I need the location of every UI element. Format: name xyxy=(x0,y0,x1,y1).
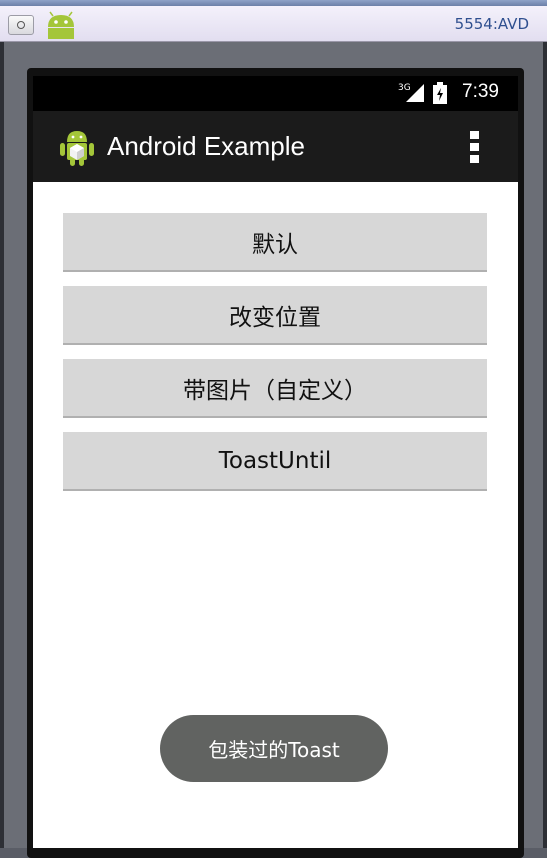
toast-message: 包装过的Toast xyxy=(160,715,388,782)
overflow-menu-icon[interactable] xyxy=(468,131,480,165)
battery-icon xyxy=(433,82,447,104)
window-title: 5554:AVD xyxy=(454,15,529,33)
frame-left-edge xyxy=(0,42,4,848)
toast-until-button[interactable]: ToastUntil xyxy=(63,432,487,491)
image-toast-button[interactable]: 带图片（自定义） xyxy=(63,359,487,418)
frame-right-edge xyxy=(543,42,547,848)
app-title: Android Example xyxy=(107,131,305,161)
window-menu-icon[interactable] xyxy=(8,15,34,35)
change-position-button[interactable]: 改变位置 xyxy=(63,286,487,345)
status-time: 7:39 xyxy=(462,81,499,102)
android-robot-icon xyxy=(48,11,74,39)
default-toast-button[interactable]: 默认 xyxy=(63,213,487,272)
network-type-label: 3G xyxy=(398,83,411,93)
android-app-icon xyxy=(60,131,94,166)
emulator-titlebar: 5554:AVD xyxy=(0,6,547,42)
signal-icon: 3G xyxy=(398,83,424,102)
